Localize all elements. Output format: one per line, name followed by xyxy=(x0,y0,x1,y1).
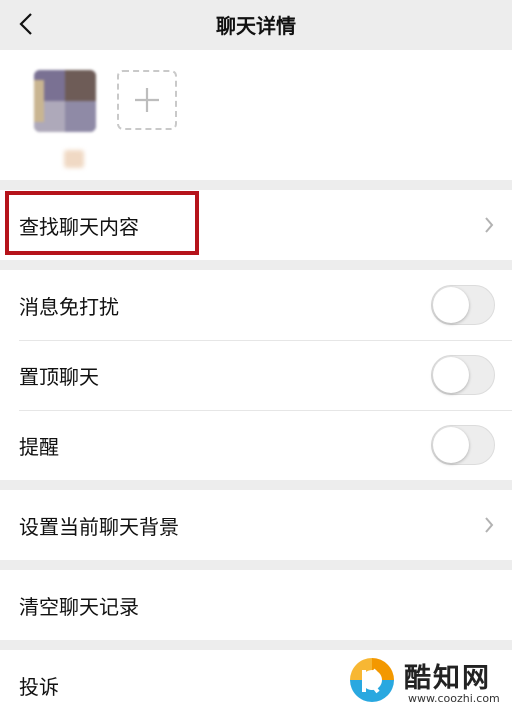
reminder-toggle[interactable] xyxy=(431,425,495,465)
clear-group: 清空聊天记录 xyxy=(0,570,512,640)
watermark: 酷知网 www.coozhi.com xyxy=(346,650,506,712)
page-title: 聊天详情 xyxy=(216,13,296,38)
chevron-right-icon xyxy=(485,217,494,233)
pin-chat-label: 置顶聊天 xyxy=(19,364,99,389)
chevron-right-icon xyxy=(485,517,494,533)
toggle-knob xyxy=(433,287,469,323)
clear-chat-history-row[interactable]: 清空聊天记录 xyxy=(0,570,512,640)
toggle-knob xyxy=(433,357,469,393)
reminder-label: 提醒 xyxy=(19,434,59,459)
watermark-text: 酷知网 xyxy=(404,663,491,694)
member-name-blurred xyxy=(64,150,84,168)
pin-chat-toggle[interactable] xyxy=(431,355,495,395)
mute-notifications-label: 消息免打扰 xyxy=(19,294,119,319)
clear-chat-history-label: 清空聊天记录 xyxy=(19,594,139,619)
search-group: 查找聊天内容 xyxy=(0,190,512,260)
chevron-left-icon xyxy=(19,13,32,35)
member-panel xyxy=(0,50,512,180)
add-member-button[interactable] xyxy=(117,70,177,130)
toggle-knob xyxy=(433,427,469,463)
plus-icon xyxy=(135,88,159,112)
member-item[interactable] xyxy=(34,70,98,168)
toggle-group: 消息免打扰 置顶聊天 提醒 xyxy=(0,270,512,480)
set-chat-background-label: 设置当前聊天背景 xyxy=(19,514,179,539)
mute-notifications-toggle[interactable] xyxy=(431,285,495,325)
coozhi-logo-icon xyxy=(348,656,396,704)
set-chat-background-row[interactable]: 设置当前聊天背景 xyxy=(0,490,512,560)
mute-notifications-row: 消息免打扰 xyxy=(0,270,512,340)
reminder-row: 提醒 xyxy=(0,410,512,480)
watermark-url: www.coozhi.com xyxy=(408,692,500,705)
search-chat-content-row[interactable]: 查找聊天内容 xyxy=(0,190,512,260)
pin-chat-row: 置顶聊天 xyxy=(0,340,512,410)
report-label: 投诉 xyxy=(19,674,59,699)
nav-bar: 聊天详情 xyxy=(0,0,512,48)
background-group: 设置当前聊天背景 xyxy=(0,490,512,560)
back-button[interactable] xyxy=(10,8,42,40)
avatar xyxy=(34,70,96,132)
search-chat-content-label: 查找聊天内容 xyxy=(19,214,139,239)
